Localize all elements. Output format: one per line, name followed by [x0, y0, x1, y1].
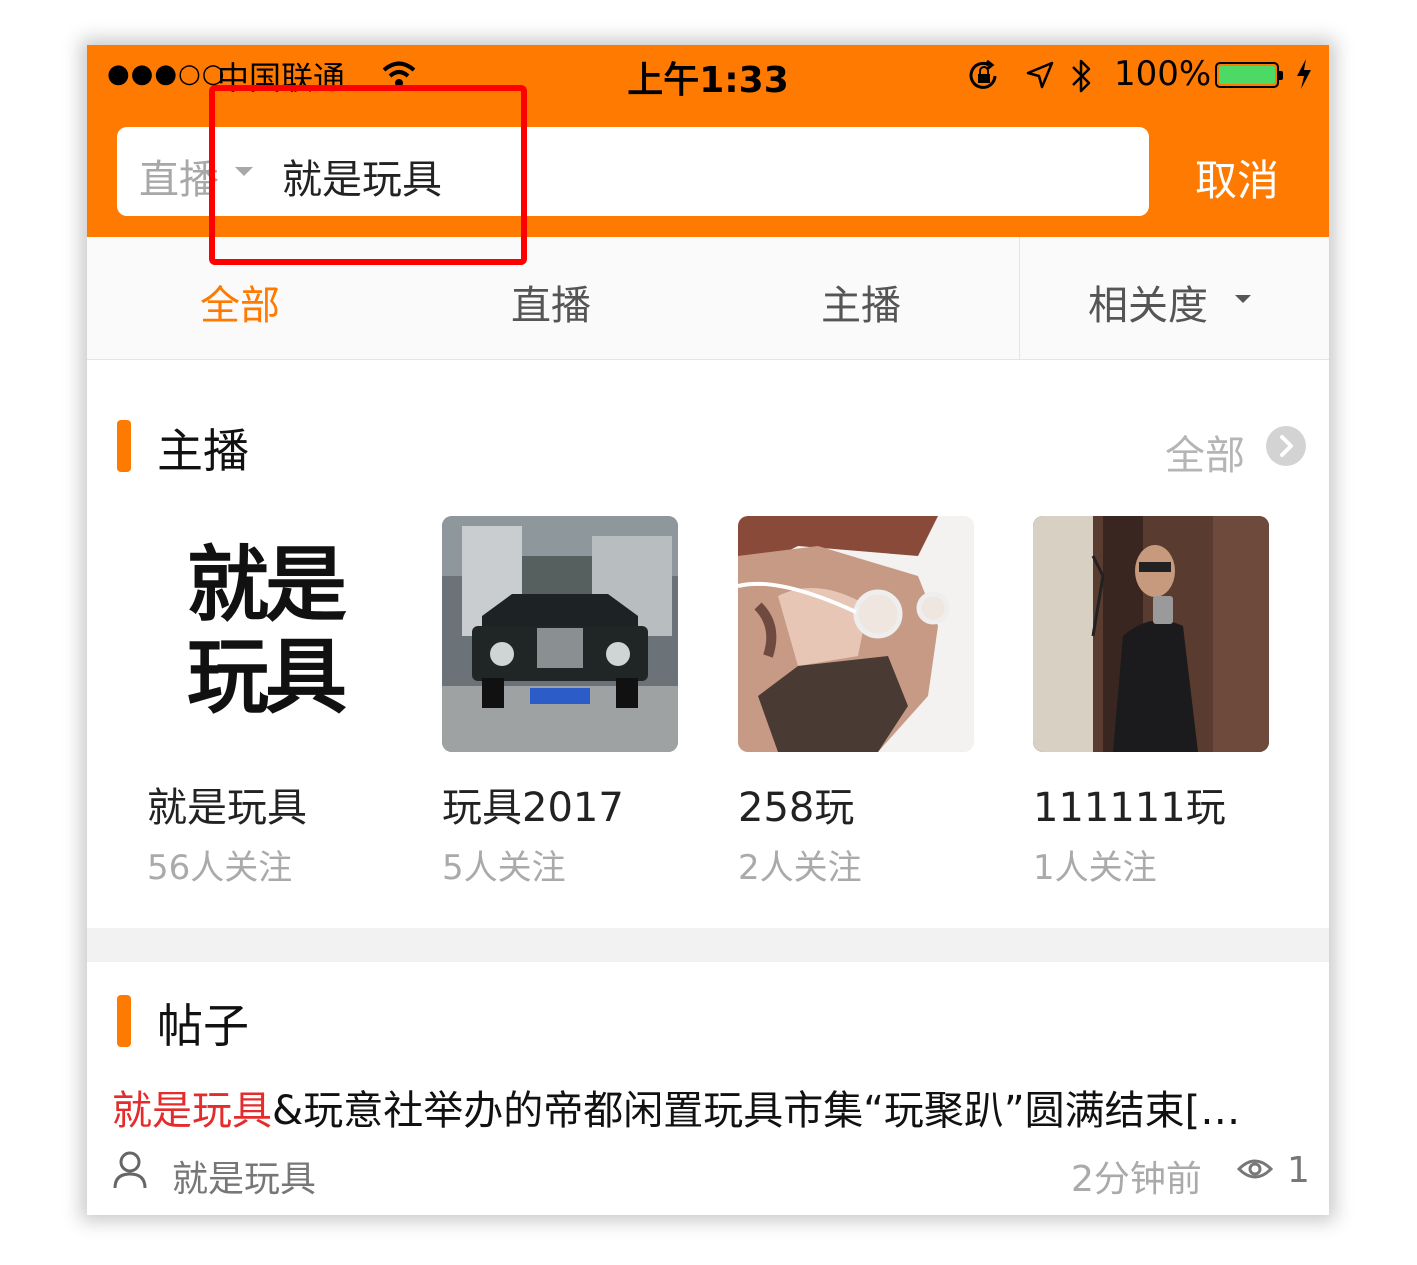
anchor-avatar[interactable]	[1033, 516, 1269, 752]
rotation-lock-icon	[967, 59, 1001, 96]
anchor-name[interactable]: 111111玩	[1033, 775, 1226, 833]
filter-tabs: 全部 直播 主播 相关度	[87, 237, 1329, 360]
chevron-down-icon[interactable]	[1235, 295, 1251, 303]
anchor-avatar[interactable]: 就是玩具	[147, 516, 383, 752]
post-view-count: 1	[1287, 1150, 1310, 1191]
chevron-right-icon[interactable]	[1266, 426, 1306, 466]
section-accent-bar	[117, 995, 131, 1047]
see-all-anchors-link[interactable]: 全部	[1165, 423, 1245, 481]
phone-screen: ●●●○○ 中国联通 上午1:33 100% 直播 就是玩具 取消 全部 直播 …	[87, 45, 1329, 1215]
post-title-keyword: 就是玩具	[112, 1088, 272, 1134]
search-query-text[interactable]: 就是玩具	[282, 147, 442, 205]
chevron-down-icon[interactable]	[235, 167, 253, 176]
search-header: 直播 就是玩具 取消	[87, 109, 1329, 237]
tab-all[interactable]: 全部	[200, 273, 280, 331]
anchor-name[interactable]: 就是玩具	[147, 775, 307, 833]
battery-icon	[1215, 62, 1283, 88]
anchor-followers: 5人关注	[442, 848, 566, 888]
tab-divider	[1019, 237, 1020, 359]
car-photo	[442, 516, 678, 752]
battery-percent: 100%	[1114, 54, 1212, 94]
sort-dropdown[interactable]: 相关度	[1088, 273, 1208, 331]
anchor-name[interactable]: 258玩	[738, 775, 854, 833]
post-title-rest: &玩意社举办的帝都闲置玩具市集“玩聚趴”圆满结束[…	[272, 1088, 1241, 1134]
tab-anchors[interactable]: 主播	[821, 273, 901, 331]
anchor-avatar[interactable]	[738, 516, 974, 752]
search-input[interactable]: 直播 就是玩具	[117, 127, 1149, 216]
anchor-name[interactable]: 玩具2017	[442, 775, 624, 833]
avatar-logo-text: 就是玩具	[186, 538, 347, 725]
anchor-followers: 1人关注	[1033, 848, 1157, 888]
section-divider	[87, 928, 1329, 962]
anchor-avatar[interactable]	[442, 516, 678, 752]
anchor-followers: 56人关注	[147, 848, 293, 888]
bluetooth-icon	[1069, 57, 1095, 99]
post-author[interactable]: 就是玩具	[172, 1150, 316, 1202]
user-icon	[112, 1150, 148, 1194]
anchor-followers: 2人关注	[738, 848, 862, 888]
status-bar: ●●●○○ 中国联通 上午1:33 100%	[87, 45, 1329, 109]
search-scope-selector[interactable]: 直播	[139, 147, 219, 205]
post-title[interactable]: 就是玩具&玩意社举办的帝都闲置玩具市集“玩聚趴”圆满结束[…	[112, 1078, 1302, 1136]
section-title-posts: 帖子	[157, 999, 249, 1053]
post-time: 2分钟前	[1071, 1159, 1202, 1200]
portrait-illustration	[738, 516, 974, 752]
section-title-anchors: 主播	[157, 424, 249, 478]
section-accent-bar	[117, 420, 131, 472]
tab-live[interactable]: 直播	[511, 273, 591, 331]
battery-fill	[1219, 66, 1275, 84]
cancel-button[interactable]: 取消	[1195, 147, 1279, 208]
location-arrow-icon	[1025, 60, 1055, 94]
eye-icon	[1236, 1155, 1274, 1187]
mirror-selfie-photo	[1033, 516, 1269, 752]
battery-nub	[1279, 71, 1283, 80]
charging-bolt-icon	[1295, 59, 1313, 93]
